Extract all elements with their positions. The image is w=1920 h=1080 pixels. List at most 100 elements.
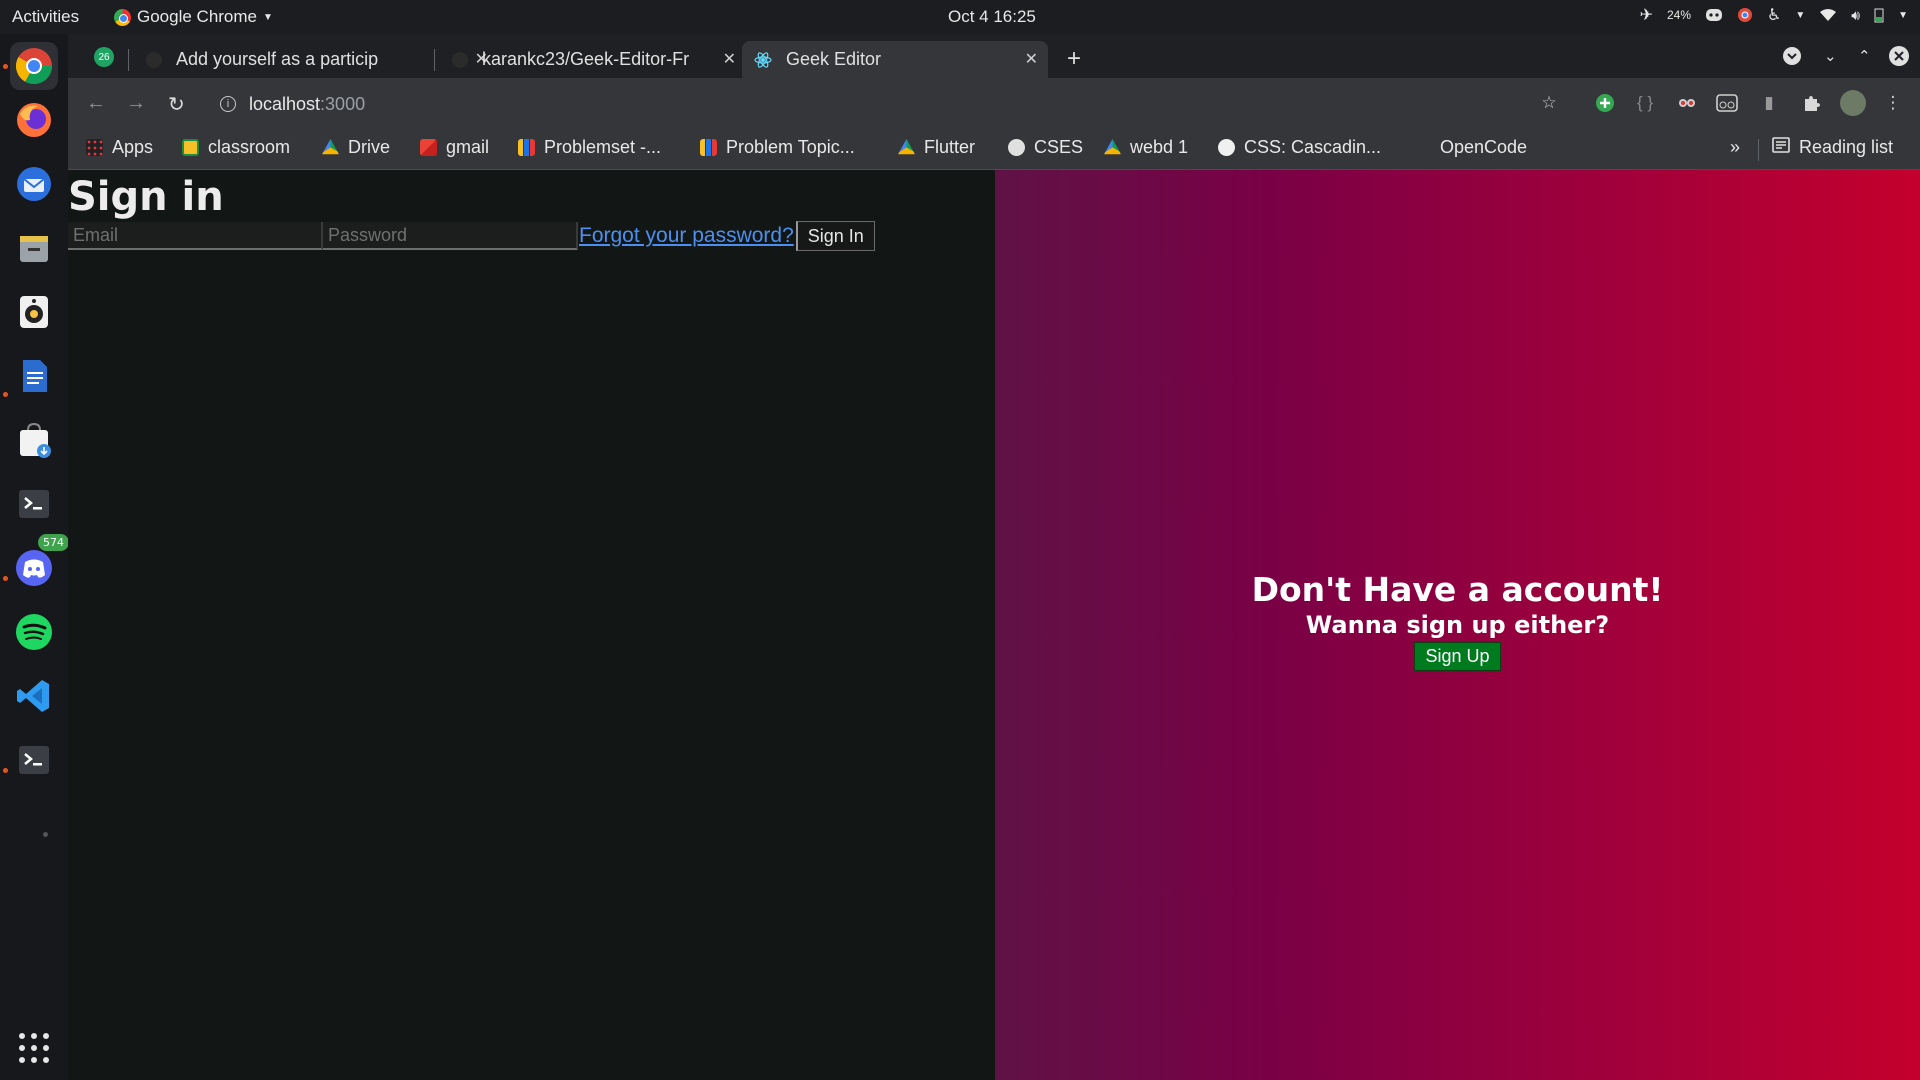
reading-list-label: Reading list: [1799, 137, 1894, 157]
pinned-tab[interactable]: 26: [94, 47, 114, 67]
battery-percent: 24%: [1666, 8, 1692, 22]
fan-icon[interactable]: ✈: [1640, 5, 1653, 25]
bookmark-flutter[interactable]: Flutter: [898, 137, 975, 158]
tab-geek-editor[interactable]: Geek Editor ✕: [742, 41, 1048, 78]
thunderbird-icon[interactable]: [10, 160, 58, 208]
browser-toolbar: ← → ↻ i localhost:3000 ☆ { } ▮ ⋮: [68, 78, 1920, 130]
running-indicator: [3, 392, 8, 397]
bookmarks-overflow-button[interactable]: »: [1730, 137, 1740, 158]
bookmark-classroom[interactable]: classroom: [182, 137, 290, 158]
tab-count-badge: 26: [98, 51, 110, 63]
terminal-icon[interactable]: [10, 480, 58, 528]
tab-title: karankc23/Geek-Editor-Fr: [482, 49, 690, 69]
clock[interactable]: Oct 4 16:25: [948, 7, 1036, 27]
wifi-icon[interactable]: [1819, 8, 1837, 22]
email-field[interactable]: [68, 222, 323, 250]
url-port: :3000: [320, 93, 366, 114]
extension-glasses-icon[interactable]: [1716, 92, 1738, 114]
bookmark-webd[interactable]: webd 1: [1104, 137, 1188, 158]
bookmark-star-icon[interactable]: ☆: [1538, 92, 1560, 114]
bookmark-problemset[interactable]: Problemset -...: [518, 137, 661, 158]
spotify-icon[interactable]: [10, 608, 58, 656]
signup-box: Don't Have a account! Wanna sign up eith…: [995, 570, 1920, 671]
running-indicator: [3, 576, 8, 581]
bookmark-label: classroom: [208, 137, 291, 157]
rhythmbox-icon[interactable]: [10, 288, 58, 336]
back-icon[interactable]: ←: [86, 92, 106, 115]
maximize-icon[interactable]: ⌃: [1858, 47, 1871, 65]
reading-list-icon: [1772, 137, 1790, 158]
signin-panel: Sign in Forgot your password? Sign In: [68, 170, 995, 1080]
bookmark-css[interactable]: CSS: Cascadin...: [1218, 137, 1381, 158]
app-menu[interactable]: Google Chrome ▼: [114, 7, 273, 27]
bookmark-label: Problem Topic...: [726, 137, 855, 157]
gmail-icon: [420, 139, 437, 156]
tab-2[interactable]: karankc23/Geek-Editor-Fr ✕: [440, 41, 746, 78]
bookmark-problem-topic[interactable]: Problem Topic...: [700, 137, 855, 158]
discord-icon[interactable]: 574: [10, 534, 69, 592]
overflow-chevron-icon: »: [1730, 137, 1741, 157]
forgot-password-link[interactable]: Forgot your password?: [579, 224, 794, 248]
drive-icon: [1104, 139, 1121, 155]
new-tab-button[interactable]: +: [1067, 45, 1081, 73]
tab-search-icon[interactable]: [1782, 46, 1802, 70]
bookmark-label: gmail: [446, 137, 490, 157]
accessibility-icon[interactable]: ♿: [1767, 5, 1781, 25]
extensions-puzzle-icon[interactable]: [1800, 92, 1822, 114]
software-icon[interactable]: [10, 416, 58, 464]
address-bar[interactable]: i localhost:3000: [208, 84, 1628, 124]
password-field[interactable]: [323, 222, 578, 250]
page-title: Sign in: [68, 174, 224, 220]
terminal-icon[interactable]: [10, 736, 58, 784]
tab-separator: [434, 49, 435, 71]
vscode-icon[interactable]: [10, 672, 58, 720]
close-window-icon[interactable]: [1888, 45, 1910, 71]
url-host: localhost: [249, 93, 321, 114]
info-icon[interactable]: i: [220, 96, 236, 112]
menu-kebab-icon[interactable]: ⋮: [1882, 92, 1904, 114]
chrome-icon[interactable]: [10, 42, 58, 90]
reload-icon[interactable]: ↻: [168, 92, 185, 117]
bookmark-label: OpenCode: [1440, 137, 1528, 157]
reading-list-button[interactable]: Reading list: [1772, 137, 1893, 158]
page-viewport: Sign in Forgot your password? Sign In Do…: [68, 170, 1920, 1080]
github-icon: [146, 51, 162, 68]
battery-icon[interactable]: [1874, 7, 1884, 23]
files-icon[interactable]: [10, 224, 58, 272]
bookmark-apps[interactable]: Apps: [86, 137, 153, 158]
bookmark-label: Apps: [112, 137, 154, 157]
signup-subtitle: Wanna sign up either?: [1305, 611, 1610, 639]
bookmark-opencode[interactable]: OpenCode: [1414, 137, 1527, 158]
app-menu-label: Google Chrome: [137, 7, 258, 26]
classroom-icon: [182, 139, 199, 156]
extension-owl-icon[interactable]: [1676, 92, 1698, 114]
apps-grid-icon: [86, 139, 103, 156]
running-indicator: [3, 64, 8, 69]
bookmark-gmail[interactable]: gmail: [420, 137, 489, 158]
signup-button[interactable]: Sign Up: [1414, 642, 1501, 671]
profile-avatar[interactable]: [1840, 90, 1866, 116]
minimize-icon[interactable]: ⌄: [1824, 47, 1837, 65]
chrome-tray-icon[interactable]: [1737, 7, 1753, 23]
extension-add-icon[interactable]: [1594, 92, 1616, 114]
bookmark-drive[interactable]: Drive: [322, 137, 390, 158]
forward-icon[interactable]: →: [126, 92, 146, 115]
extension-mouse-icon[interactable]: ▮: [1758, 92, 1780, 114]
firefox-icon[interactable]: [10, 96, 58, 144]
bookmark-label: Drive: [348, 137, 391, 157]
extension-braces-icon[interactable]: { }: [1634, 92, 1656, 114]
drive-icon: [322, 139, 339, 155]
close-icon[interactable]: ✕: [1025, 49, 1038, 69]
writer-icon[interactable]: [10, 352, 58, 400]
drive-icon: [898, 139, 915, 155]
chevron-down-icon[interactable]: ▼: [1898, 10, 1908, 21]
signin-form: Forgot your password? Sign In: [68, 221, 875, 251]
system-tray[interactable]: ✈ 24% ♿ ▼ 🔊︎ ▼: [1640, 5, 1908, 25]
signin-button[interactable]: Sign In: [795, 221, 875, 251]
discord-tray-icon[interactable]: [1705, 8, 1723, 22]
activities-button[interactable]: Activities: [12, 7, 79, 27]
close-icon[interactable]: ✕: [723, 49, 736, 69]
volume-icon[interactable]: 🔊︎: [1851, 7, 1860, 24]
show-apps-icon[interactable]: [10, 1024, 58, 1072]
bookmark-cses[interactable]: CSES: [1008, 137, 1083, 158]
